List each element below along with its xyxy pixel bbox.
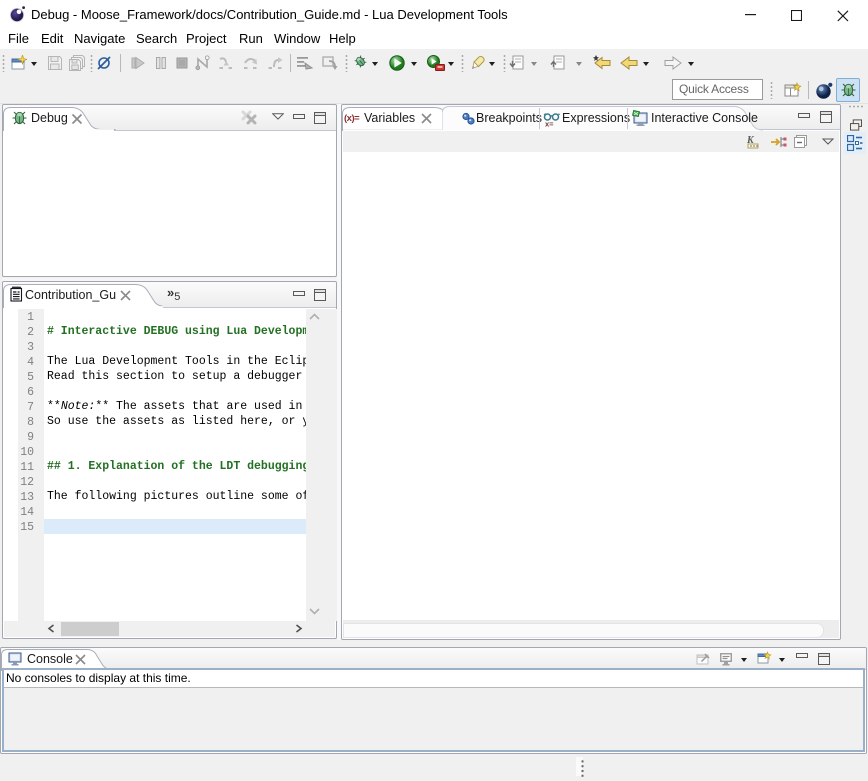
svg-text:K: K <box>746 135 755 146</box>
svg-text:x=: x= <box>545 120 554 128</box>
